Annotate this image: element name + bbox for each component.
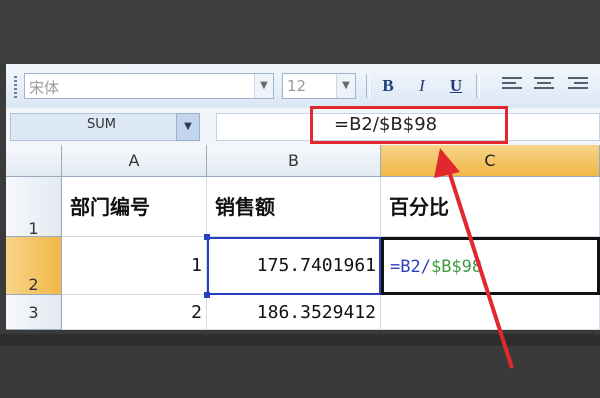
align-left-icon[interactable] — [502, 77, 522, 93]
formatting-toolbar: 宋体 ▼ 12 ▼ B I U — [6, 64, 600, 109]
chevron-down-icon[interactable]: ▼ — [336, 74, 355, 98]
toolbar-grip[interactable] — [14, 76, 17, 98]
toolbar-separator — [476, 74, 480, 98]
column-header-a[interactable]: A — [62, 145, 207, 177]
toolbar-separator — [366, 74, 370, 98]
highlight-box — [310, 106, 508, 144]
italic-button[interactable]: I — [410, 74, 434, 98]
background-strip — [0, 334, 600, 346]
font-size-value: 12 — [287, 77, 307, 95]
reference-handle[interactable] — [204, 234, 210, 240]
chevron-down-icon[interactable]: ▼ — [254, 74, 273, 98]
cell-a3[interactable]: 2 — [62, 295, 207, 330]
cell-c1[interactable]: 百分比 — [381, 177, 600, 237]
cell-a1[interactable]: 部门编号 — [62, 177, 207, 237]
column-header-b[interactable]: B — [207, 145, 381, 177]
formula-part-absolute: $B$98 — [430, 257, 483, 277]
font-name-value: 宋体 — [29, 79, 60, 97]
chevron-down-icon[interactable]: ▼ — [176, 113, 200, 141]
row-header-2[interactable]: 2 — [6, 237, 62, 295]
row-header-3[interactable]: 3 — [6, 295, 62, 330]
font-name-combo[interactable]: 宋体 ▼ — [24, 73, 274, 99]
align-right-icon[interactable] — [568, 77, 588, 93]
bold-button[interactable]: B — [376, 74, 400, 98]
name-box-value: SUM — [87, 117, 116, 132]
name-box[interactable]: SUM ▼ — [10, 113, 200, 141]
column-header-c[interactable]: C — [381, 145, 600, 177]
row-header-1[interactable]: 1 — [6, 177, 62, 238]
underline-button[interactable]: U — [444, 74, 468, 98]
reference-handle[interactable] — [204, 292, 210, 298]
cell-a2[interactable]: 1 — [62, 237, 207, 295]
cell-b1[interactable]: 销售额 — [207, 177, 381, 237]
font-size-combo[interactable]: 12 ▼ — [282, 73, 356, 99]
align-center-icon[interactable] — [534, 77, 554, 93]
cell-c2-editing[interactable]: =B2/$B$98 — [381, 237, 600, 295]
cell-c3[interactable] — [381, 295, 600, 330]
formula-part-relative: =B2/ — [390, 257, 431, 277]
background-top — [0, 0, 600, 64]
select-all-corner[interactable] — [6, 145, 62, 177]
cell-b3[interactable]: 186.3529412 — [207, 295, 381, 330]
formula-bar: SUM ▼ — [6, 108, 600, 146]
spreadsheet-grid: A B C 1 2 3 部门编号 销售额 百分比 1 175.7401961 =… — [6, 145, 600, 330]
reference-outline — [207, 237, 381, 295]
